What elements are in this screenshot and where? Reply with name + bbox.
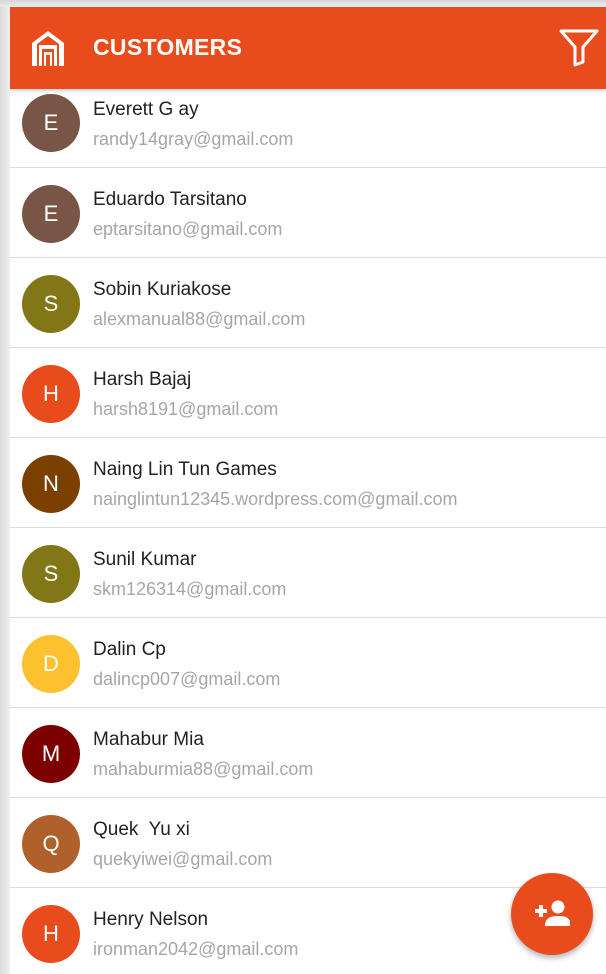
avatar: S [22,275,80,333]
customer-name: Dalin Cp [93,639,166,660]
customer-name: Henry Nelson [93,909,209,930]
avatar: E [22,94,80,152]
customer-name: Quek Yu xi [93,819,190,840]
customer-email: randy14gray@gmail.com [93,129,294,149]
customer-email: mahaburmia88@gmail.com [93,759,314,779]
list-item[interactable]: E Eduardo Tarsitano eptarsitano@gmail.com [10,168,606,258]
customer-name: Naing Lin Tun Games [93,459,277,480]
list-item[interactable]: E Everett G ay randy14gray@gmail.com [10,89,606,168]
customer-email: harsh8191@gmail.com [93,399,279,419]
list-item[interactable]: H Harsh Bajaj harsh8191@gmail.com [10,348,606,438]
avatar: H [22,905,80,963]
customer-email: quekyiwei@gmail.com [93,849,273,869]
list-item[interactable]: D Dalin Cp dalincp007@gmail.com [10,618,606,708]
avatar: S [22,545,80,603]
window-shadow-left [0,0,10,974]
customer-email: eptarsitano@gmail.com [93,219,283,239]
avatar: M [22,725,80,783]
window-shadow-top [0,0,606,7]
store-icon [32,31,64,66]
customer-email: alexmanual88@gmail.com [93,309,306,329]
customer-name: Harsh Bajaj [93,369,192,390]
customer-name: Sunil Kumar [93,549,197,570]
filter-icon [559,29,599,67]
app-screen: CUSTOMERS E Everett G ay randy14gray@gmail… [10,7,606,974]
avatar: H [22,365,80,423]
customer-email: nainglintun12345.wordpress.com@gmail.com [93,489,458,509]
avatar: N [22,455,80,513]
customer-name: Eduardo Tarsitano [93,189,247,210]
list-item[interactable]: N Naing Lin Tun Games nainglintun12345.wor… [10,438,606,528]
customer-email: dalincp007@gmail.com [93,669,281,689]
page-title: CUSTOMERS [93,34,243,60]
avatar: Q [22,815,80,873]
customer-email: skm126314@gmail.com [93,579,287,599]
add-customer-button[interactable] [511,873,593,955]
avatar: D [22,635,80,693]
customer-name: Sobin Kuriakose [93,279,232,300]
customer-email: ironman2042@gmail.com [93,939,299,959]
list-item[interactable]: S Sunil Kumar skm126314@gmail.com [10,528,606,618]
customer-name: Everett G ay [93,99,199,120]
customer-list: E Everett G ay randy14gray@gmail.com E Eduar… [10,89,606,974]
list-item[interactable]: S Sobin Kuriakose alexmanual88@gmail.com [10,258,606,348]
app-bar: CUSTOMERS [10,7,606,89]
filter-button[interactable] [556,25,602,69]
list-item[interactable]: Q Quek Yu xi quekyiwei@gmail.com [10,798,606,888]
customer-name: Mahabur Mia [93,729,204,750]
list-item[interactable]: M Mahabur Mia mahaburmia88@gmail.com [10,708,606,798]
add-person-icon [535,900,570,926]
avatar: E [22,185,80,243]
